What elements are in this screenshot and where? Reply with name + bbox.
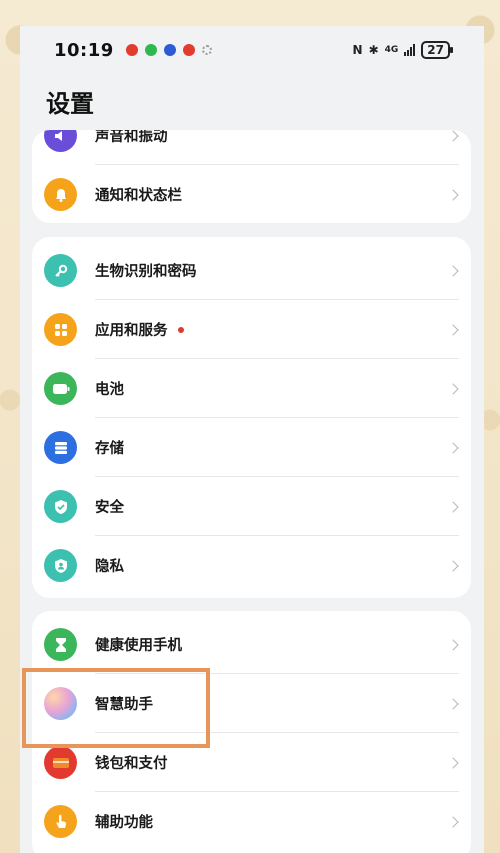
settings-item-notifications[interactable]: 通知和状态栏: [32, 165, 471, 223]
loading-icon: [201, 45, 212, 55]
chevron-right-icon: [447, 130, 459, 142]
status-bar: 10:19 N ✱ 4G 27: [20, 26, 484, 74]
settings-item-label: 通知和状态栏: [95, 188, 182, 204]
settings-group-2: 生物识别和密码 应用和服务 电池 存储 安全 隐私: [32, 237, 471, 598]
settings-item-label: 隐私: [95, 559, 124, 575]
settings-item-privacy[interactable]: 隐私: [32, 536, 471, 595]
chevron-right-icon: [447, 441, 459, 454]
hourglass-icon: [44, 628, 77, 661]
phone-screen: 10:19 N ✱ 4G 27 设置 声音和振动 通知和状态栏 生物识别和密码 …: [20, 26, 484, 853]
storage-icon: [44, 431, 77, 464]
hand-icon: [44, 805, 77, 838]
status-time: 10:19: [54, 39, 114, 61]
settings-item-label: 安全: [95, 500, 124, 516]
settings-group-3: 健康使用手机 智慧助手 钱包和支付 辅助功能: [32, 611, 471, 853]
chevron-right-icon: [447, 697, 459, 710]
settings-group-1: 声音和振动 通知和状态栏: [32, 130, 471, 223]
settings-item-label: 应用和服务: [95, 323, 168, 339]
battery-icon: [44, 372, 77, 405]
settings-item-sound[interactable]: 声音和振动: [32, 130, 471, 165]
assistant-orb-icon: [44, 687, 77, 720]
chevron-right-icon: [447, 815, 459, 828]
weibo-icon: [125, 44, 138, 56]
settings-item-accessibility[interactable]: 辅助功能: [32, 792, 471, 851]
battery-indicator: 27: [421, 41, 453, 59]
settings-item-battery[interactable]: 电池: [32, 359, 471, 418]
settings-item-wallet[interactable]: 钱包和支付: [32, 733, 471, 792]
settings-item-storage[interactable]: 存储: [32, 418, 471, 477]
bluetooth-icon: ✱: [368, 43, 379, 57]
chevron-right-icon: [447, 264, 459, 277]
page-title: 设置: [46, 90, 94, 118]
shield-check-icon: [44, 490, 77, 523]
chevron-right-icon: [447, 323, 459, 336]
settings-item-smart-assistant[interactable]: 智慧助手: [32, 674, 471, 733]
chevron-right-icon: [447, 382, 459, 395]
signal-icon: [404, 44, 416, 56]
bell-icon: [44, 178, 77, 211]
chevron-right-icon: [447, 188, 459, 201]
settings-item-label: 存储: [95, 441, 124, 457]
settings-item-label: 健康使用手机: [95, 638, 182, 654]
apps-icon: [44, 313, 77, 346]
settings-item-label: 钱包和支付: [95, 756, 168, 772]
wallet-icon: [44, 746, 77, 779]
chevron-right-icon: [447, 638, 459, 651]
nfc-icon: N: [352, 43, 363, 57]
settings-item-label: 生物识别和密码: [95, 264, 197, 280]
chevron-right-icon: [447, 500, 459, 513]
app-notification-icon: [163, 44, 176, 56]
settings-item-digital-balance[interactable]: 健康使用手机: [32, 615, 471, 674]
chevron-right-icon: [447, 756, 459, 769]
network-type: 4G: [384, 45, 399, 55]
weibo-icon-2: [182, 44, 195, 56]
settings-item-security[interactable]: 安全: [32, 477, 471, 536]
key-icon: [44, 254, 77, 287]
notification-icons: [125, 44, 212, 56]
new-badge-dot: [178, 327, 184, 333]
settings-item-label: 电池: [95, 382, 124, 398]
privacy-shield-icon: [44, 549, 77, 582]
settings-item-label: 声音和振动: [95, 130, 168, 145]
speaker-icon: [44, 130, 77, 152]
settings-item-apps[interactable]: 应用和服务: [32, 300, 471, 359]
wechat-icon: [144, 44, 157, 56]
settings-item-biometrics[interactable]: 生物识别和密码: [32, 241, 471, 300]
settings-item-label: 智慧助手: [95, 697, 153, 713]
settings-item-label: 辅助功能: [95, 815, 153, 831]
chevron-right-icon: [447, 559, 459, 572]
